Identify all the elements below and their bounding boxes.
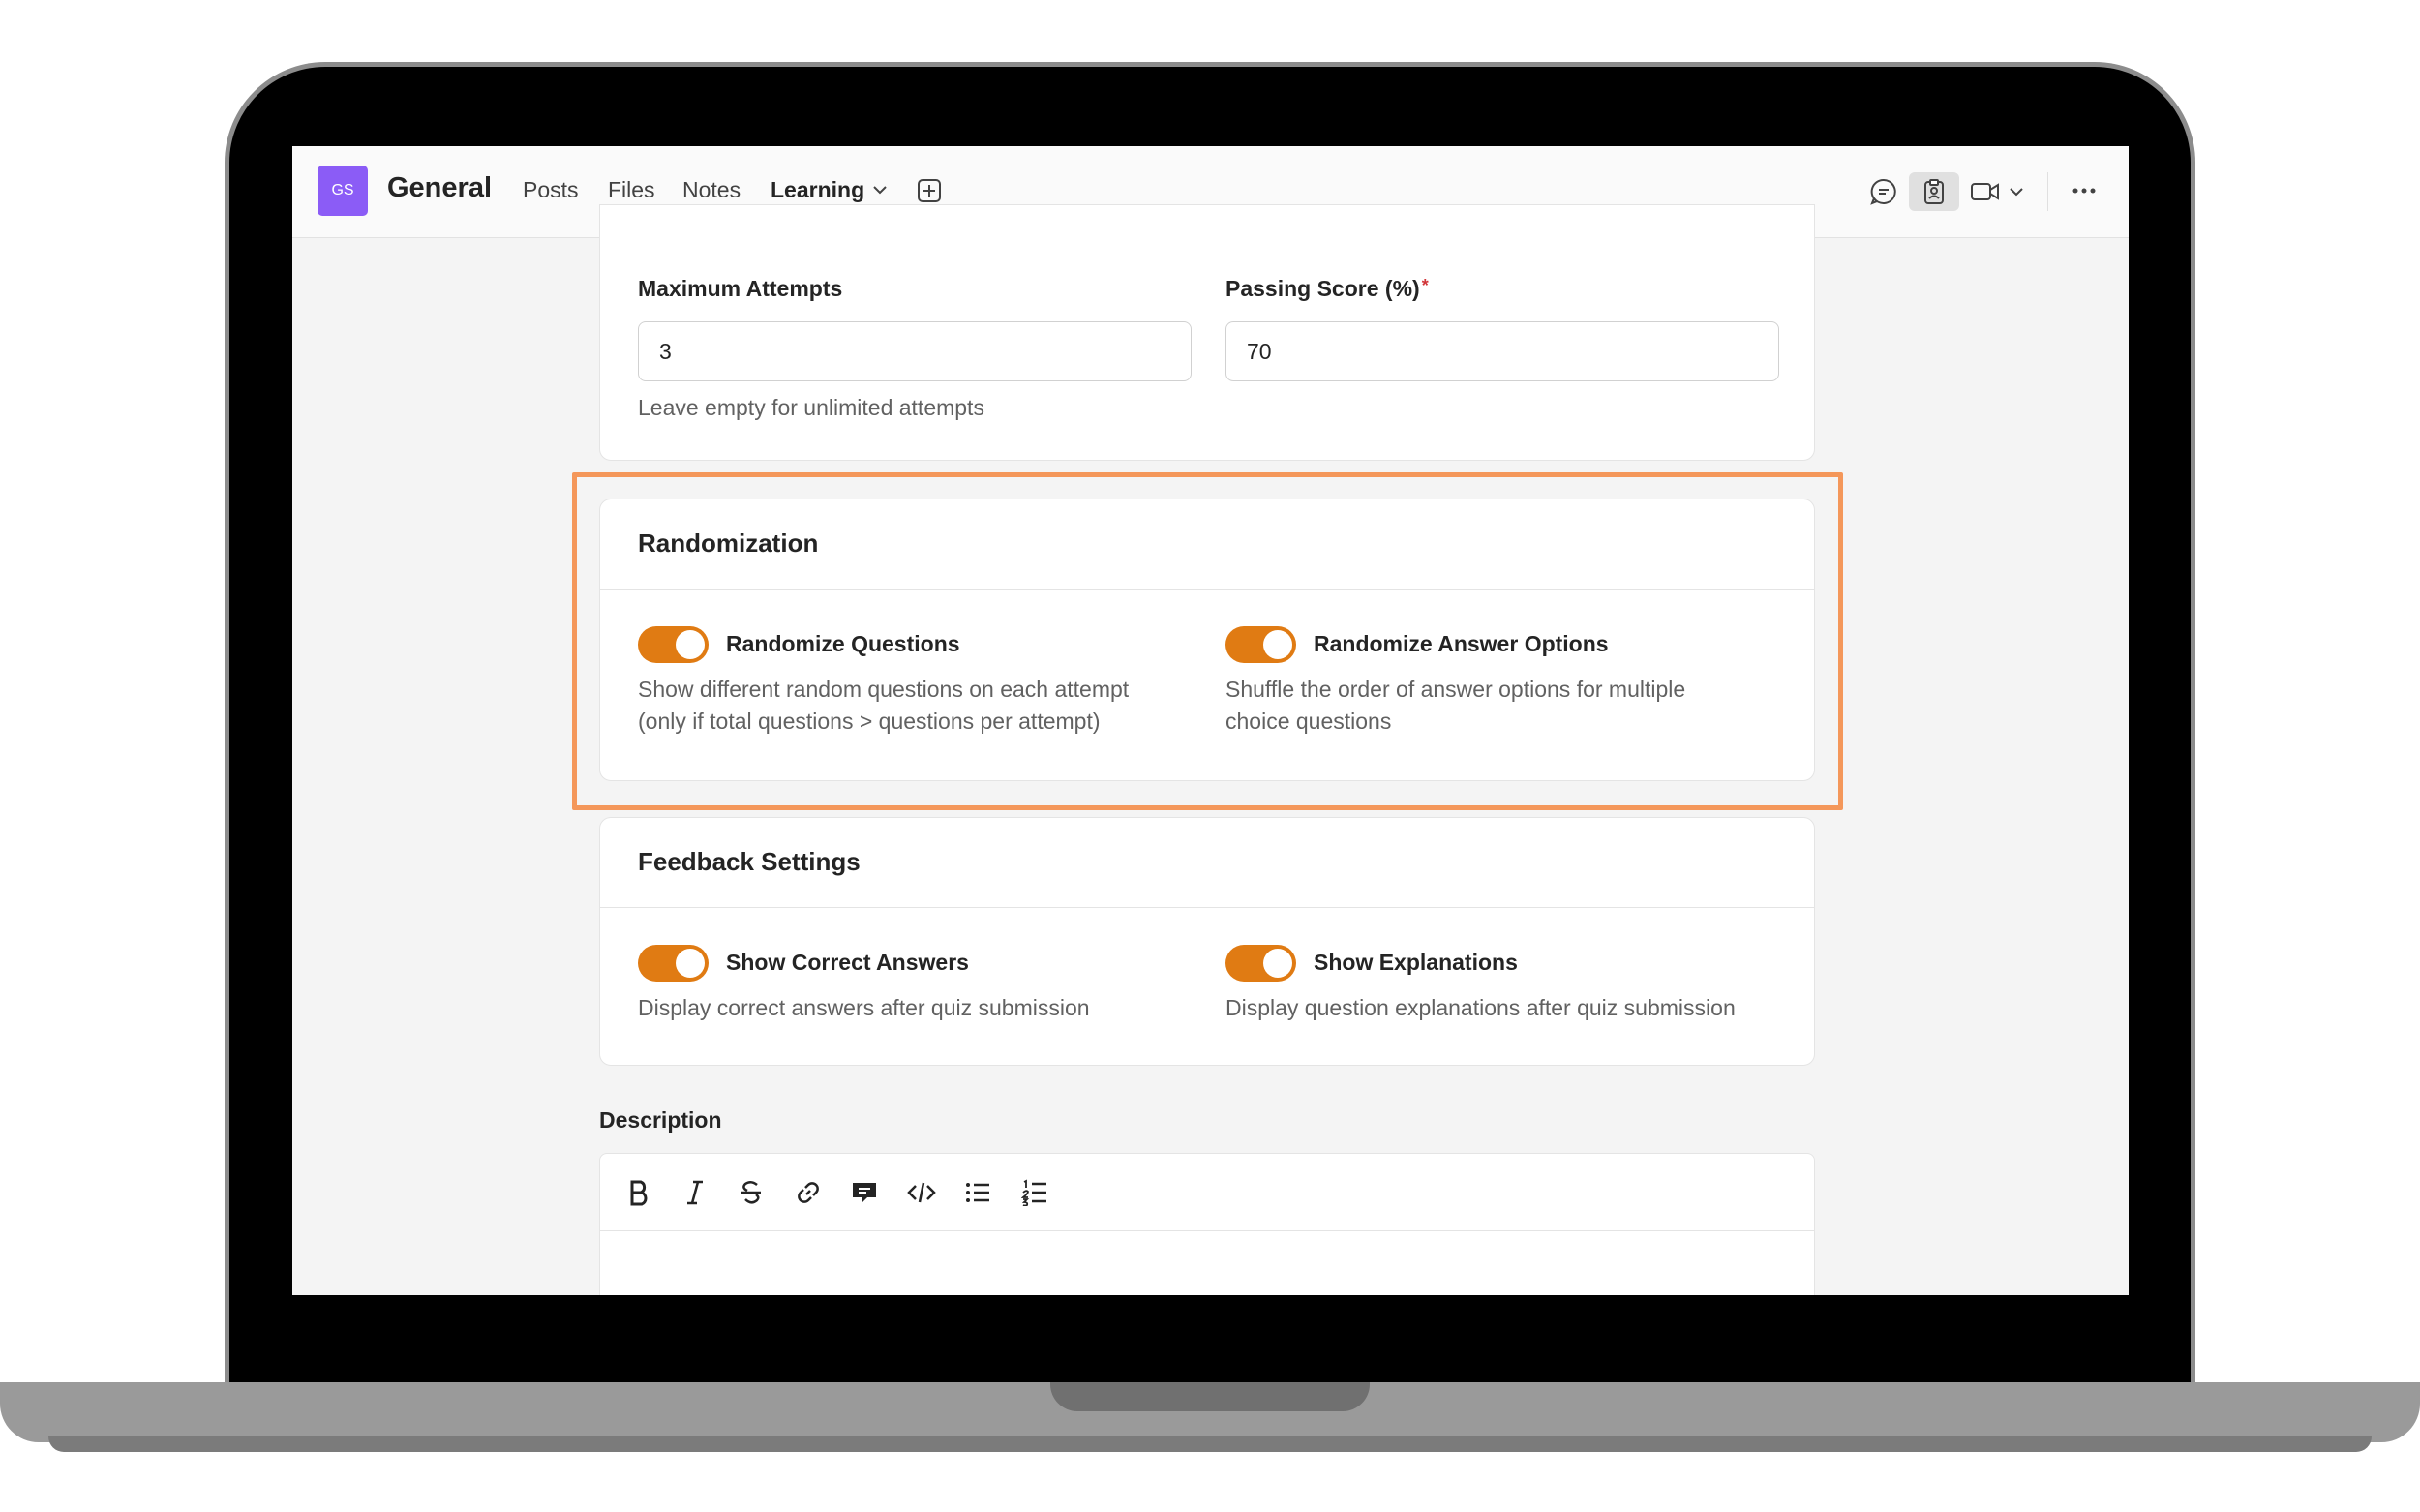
max-attempts-hint: Leave empty for unlimited attempts: [638, 395, 984, 420]
code-icon[interactable]: [904, 1175, 939, 1210]
passing-score-input[interactable]: 70: [1225, 321, 1779, 381]
italic-icon[interactable]: [678, 1175, 712, 1210]
randomization-title: Randomization: [638, 529, 819, 558]
app-screen: GS General Posts Files Notes Learning Ma…: [292, 146, 2129, 1295]
randomize-options-toggle[interactable]: [1225, 626, 1296, 663]
feedback-card: Feedback Settings Show Correct Answers D…: [599, 817, 1815, 1066]
comment-icon[interactable]: [847, 1175, 882, 1210]
section-divider: [600, 907, 1814, 908]
video-options-chevron-icon[interactable]: [2006, 181, 2027, 202]
laptop-base-shadow: [48, 1436, 2372, 1452]
tab-posts[interactable]: Posts: [523, 177, 579, 203]
max-attempts-input[interactable]: 3: [638, 321, 1192, 381]
bold-icon[interactable]: [621, 1175, 656, 1210]
show-correct-answers-desc: Display correct answers after quiz submi…: [638, 995, 1090, 1020]
editor-toolbar: [600, 1154, 1814, 1231]
randomize-questions-label: Randomize Questions: [726, 631, 960, 656]
description-label: Description: [599, 1107, 722, 1133]
max-attempts-label: Maximum Attempts: [638, 276, 843, 301]
description-editor: [599, 1153, 1815, 1295]
add-tab-icon[interactable]: [916, 177, 943, 204]
tab-learning[interactable]: Learning: [771, 177, 864, 203]
randomization-card: Randomization Randomize Questions Show d…: [599, 499, 1815, 781]
passing-score-label: Passing Score (%) *: [1225, 276, 1429, 301]
numbered-list-icon[interactable]: [1017, 1175, 1052, 1210]
randomize-questions-desc-line2: (only if total questions > questions per…: [638, 709, 1101, 734]
show-correct-answers-toggle[interactable]: [638, 945, 709, 982]
show-explanations-desc: Display question explanations after quiz…: [1225, 995, 1736, 1020]
bullet-list-icon[interactable]: [960, 1175, 995, 1210]
more-icon[interactable]: [2070, 179, 2099, 202]
link-icon[interactable]: [791, 1175, 826, 1210]
strikethrough-icon[interactable]: [734, 1175, 769, 1210]
chat-icon[interactable]: [1868, 176, 1899, 207]
randomize-options-label: Randomize Answer Options: [1314, 631, 1609, 656]
tab-files[interactable]: Files: [608, 177, 655, 203]
randomize-options-desc-line2: choice questions: [1225, 709, 1392, 734]
channel-title: General: [387, 172, 492, 203]
team-avatar[interactable]: GS: [318, 166, 368, 216]
tab-notes[interactable]: Notes: [682, 177, 741, 203]
randomize-questions-toggle[interactable]: [638, 626, 709, 663]
feedback-title: Feedback Settings: [638, 847, 861, 876]
video-icon[interactable]: [1969, 176, 2002, 207]
device-mockup: GS General Posts Files Notes Learning Ma…: [0, 0, 2420, 1512]
header-divider: [2047, 172, 2048, 211]
attempts-card: Maximum Attempts 3 Leave empty for unlim…: [599, 204, 1815, 461]
clipboard-icon[interactable]: [1909, 172, 1959, 211]
randomize-options-desc-line1: Shuffle the order of answer options for …: [1225, 677, 1686, 702]
show-explanations-toggle[interactable]: [1225, 945, 1296, 982]
required-marker: *: [1421, 276, 1429, 295]
chevron-down-icon[interactable]: [869, 179, 891, 200]
randomize-questions-desc-line1: Show different random questions on each …: [638, 677, 1130, 702]
show-explanations-label: Show Explanations: [1314, 950, 1518, 975]
show-correct-answers-label: Show Correct Answers: [726, 950, 969, 975]
section-divider: [600, 589, 1814, 590]
laptop-notch: [1050, 1382, 1370, 1411]
